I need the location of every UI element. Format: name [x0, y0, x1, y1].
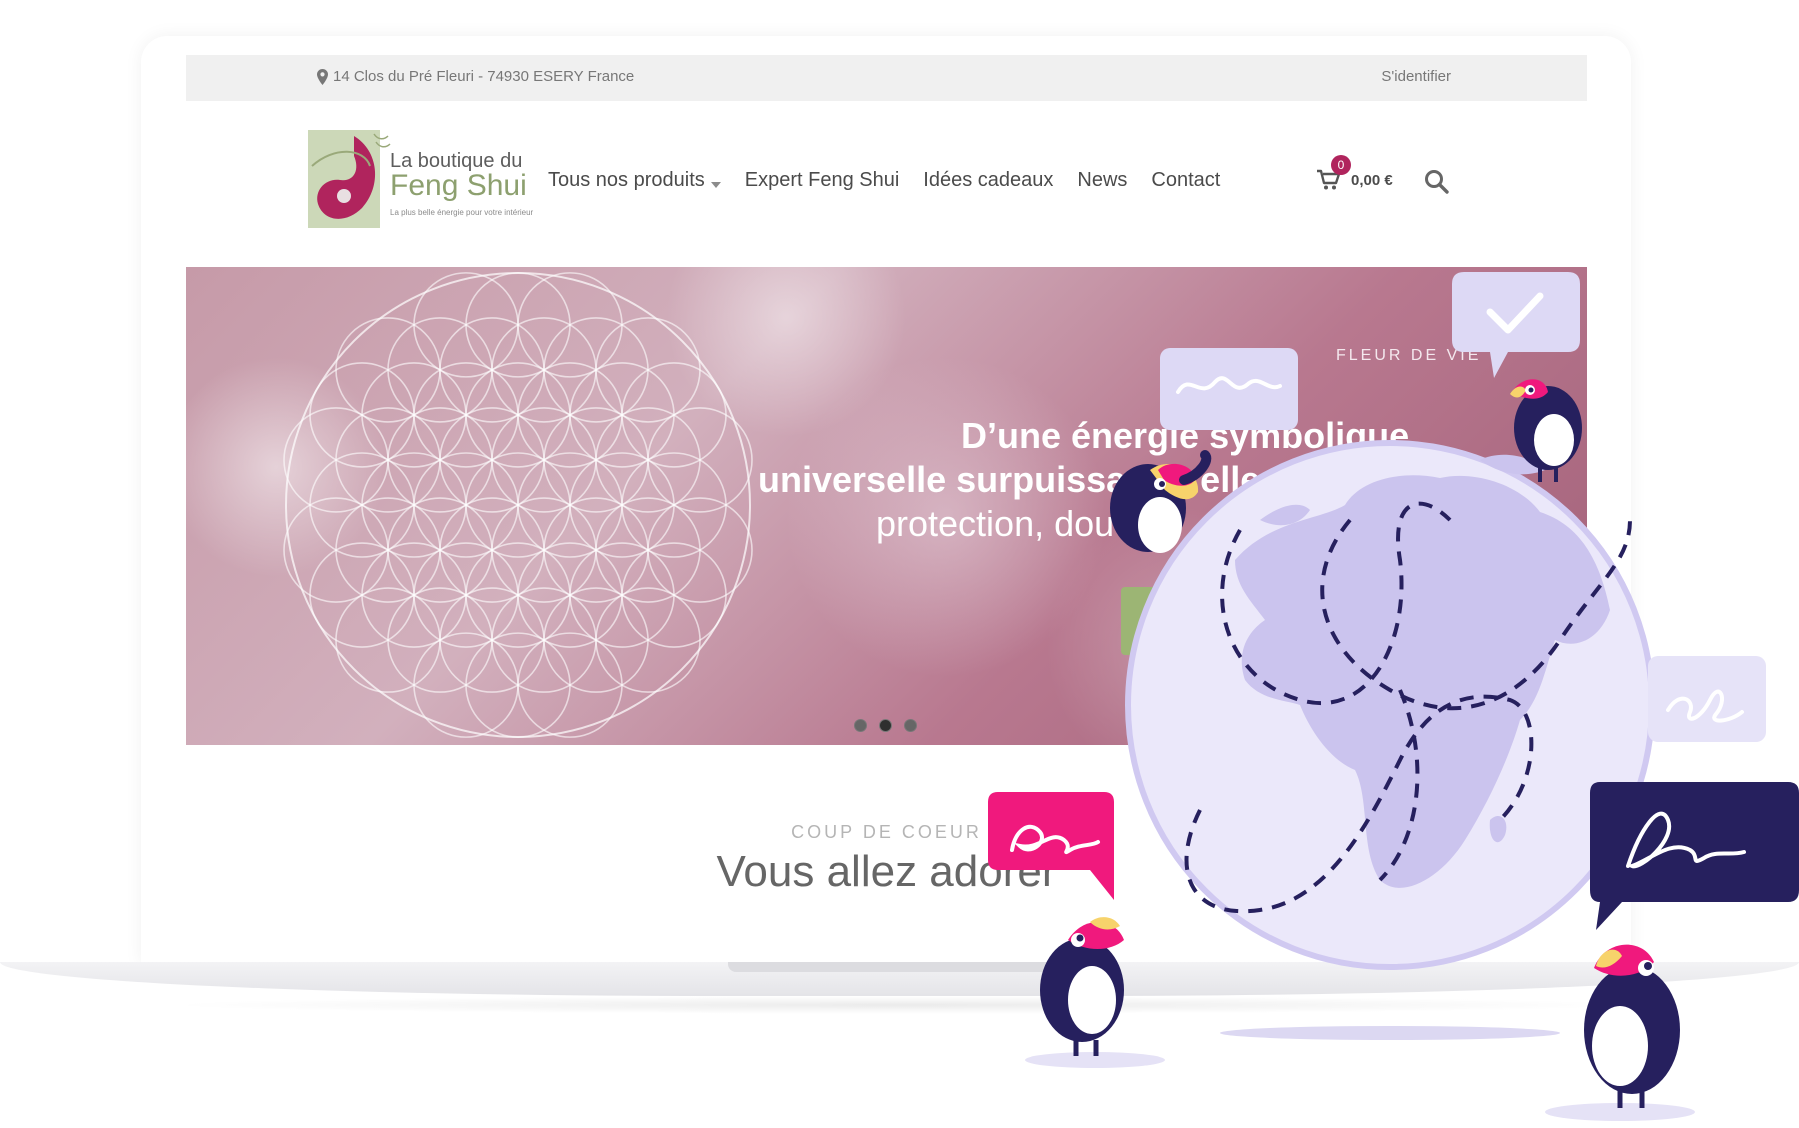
- nav-item-label: Idées cadeaux: [923, 169, 1054, 191]
- globe-ground-shadow: [1220, 1026, 1560, 1040]
- puffin-shadow: [1545, 1103, 1695, 1121]
- chat-bubble-signature-icon: [1648, 656, 1766, 742]
- store-address: 14 Clos du Pré Fleuri - 74930 ESERY Fran…: [317, 68, 634, 85]
- laptop-shadow: [160, 996, 1640, 1014]
- logo-tagline: La plus belle énergie pour votre intérie…: [390, 208, 534, 217]
- nav-item-news[interactable]: News: [1077, 169, 1127, 192]
- nav-item-label: Tous nos produits: [548, 169, 705, 191]
- hero-kicker: FLEUR DE VIE: [1336, 347, 1482, 364]
- cart-total: 0,00 €: [1351, 171, 1393, 189]
- nav-item-label: Expert Feng Shui: [744, 169, 900, 191]
- nav-item-idees-cadeaux[interactable]: Idées cadeaux: [923, 169, 1053, 192]
- stage: 14 Clos du Pré Fleuri - 74930 ESERY Fran…: [0, 0, 1799, 1128]
- nav-item-tous-nos-produits[interactable]: Tous nos produits: [548, 169, 721, 192]
- site-header: La boutique du Feng Shui La plus belle é…: [186, 101, 1587, 269]
- slider-dot[interactable]: [854, 719, 867, 732]
- slider-dot[interactable]: [904, 719, 917, 732]
- cart-button[interactable]: 0 0,00 €: [1317, 155, 1413, 197]
- flower-of-life-graphic: [283, 272, 753, 738]
- section-kicker: COUP DE COEUR: [791, 822, 982, 842]
- map-marker-icon: [317, 68, 328, 85]
- nav-item-contact[interactable]: Contact: [1151, 169, 1220, 192]
- cart-count-badge: 0: [1331, 155, 1351, 175]
- address-text: 14 Clos du Pré Fleuri - 74930 ESERY Fran…: [333, 68, 635, 85]
- puffin-shadow: [1025, 1052, 1165, 1068]
- website-screen: 14 Clos du Pré Fleuri - 74930 ESERY Fran…: [186, 55, 1587, 962]
- login-link[interactable]: S'identifier: [1381, 68, 1451, 85]
- top-bar: 14 Clos du Pré Fleuri - 74930 ESERY Fran…: [186, 55, 1587, 101]
- nav-item-expert-feng-shui[interactable]: Expert Feng Shui: [745, 169, 900, 192]
- search-icon[interactable]: [1424, 169, 1450, 195]
- hero-slider: FLEUR DE VIE D’une énergie symbolique un…: [186, 267, 1587, 745]
- hero-heading-line-2: universelle surpuissante, elle: [758, 459, 1261, 500]
- hero-heading-line-1: D’une énergie symbolique: [961, 415, 1410, 456]
- nav-item-label: News: [1077, 169, 1128, 191]
- logo-line-2: Feng Shui: [390, 169, 527, 202]
- slider-dot-active[interactable]: [879, 719, 892, 732]
- chevron-down-icon: [710, 181, 721, 188]
- nav-item-label: Contact: [1151, 169, 1221, 191]
- laptop-notch: [728, 962, 1068, 972]
- hero-heading-line-3: protection, douceur: [876, 503, 1185, 544]
- yin-yang-logo-mark: [308, 130, 391, 228]
- site-logo[interactable]: La boutique du Feng Shui La plus belle é…: [304, 126, 534, 234]
- slider-dots: [854, 719, 917, 732]
- main-nav: Tous nos produits Expert Feng Shui Idées…: [548, 169, 1244, 192]
- section-title: Vous allez adorer: [716, 847, 1057, 896]
- hero-cta-button[interactable]: [1121, 587, 1321, 655]
